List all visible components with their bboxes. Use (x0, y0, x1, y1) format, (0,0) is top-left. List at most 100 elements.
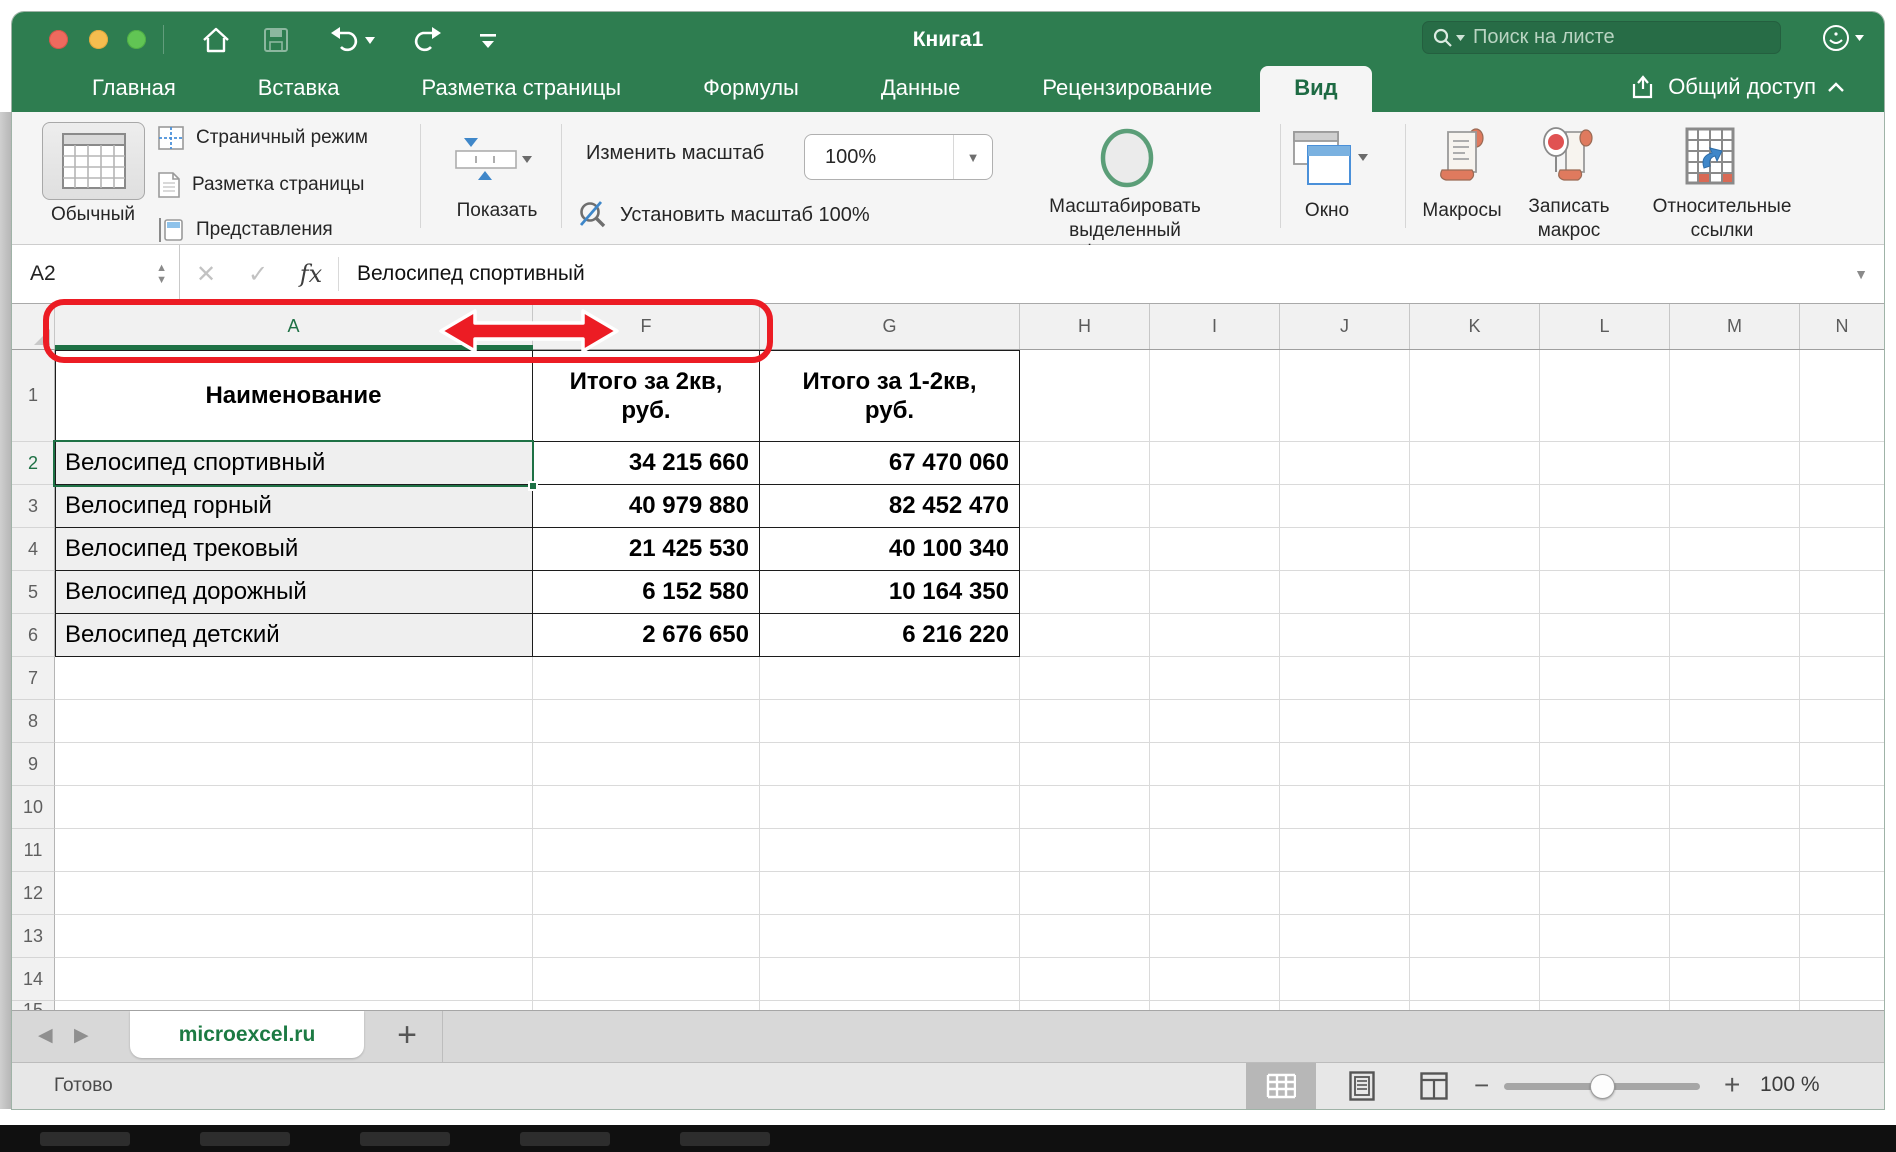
cell-F2[interactable]: 34 215 660 (533, 442, 760, 485)
cell-L6[interactable] (1540, 614, 1670, 657)
cell-M14[interactable] (1670, 958, 1800, 1001)
cell-F9[interactable] (533, 743, 760, 786)
cell-A7[interactable] (55, 657, 533, 700)
custom-views-button[interactable]: Представления (158, 218, 333, 242)
row-header-7[interactable]: 7 (12, 657, 55, 700)
cell-H15[interactable] (1020, 1001, 1150, 1010)
page-layout-button[interactable]: Разметка страницы (158, 172, 364, 198)
row-header-10[interactable]: 10 (12, 786, 55, 829)
cell-J3[interactable] (1280, 485, 1410, 528)
cell-M7[interactable] (1670, 657, 1800, 700)
cell-M15[interactable] (1670, 1001, 1800, 1010)
cell-H8[interactable] (1020, 700, 1150, 743)
cell-N4[interactable] (1800, 528, 1884, 571)
cell-J1[interactable] (1280, 350, 1410, 442)
name-box-stepper[interactable]: ▲▼ (156, 263, 179, 285)
cell-K9[interactable] (1410, 743, 1540, 786)
cell-F10[interactable] (533, 786, 760, 829)
cell-J11[interactable] (1280, 829, 1410, 872)
cell-G5[interactable]: 10 164 350 (760, 571, 1020, 614)
share-button[interactable]: Общий доступ (1630, 74, 1844, 100)
cell-N14[interactable] (1800, 958, 1884, 1001)
tab-1[interactable]: Главная (58, 66, 210, 112)
tab-4[interactable]: Формулы (669, 66, 833, 112)
zoom-in-icon[interactable]: + (1724, 1069, 1740, 1101)
normal-view-toggle-button[interactable] (1246, 1063, 1316, 1109)
cell-G3[interactable]: 82 452 470 (760, 485, 1020, 528)
cell-G6[interactable]: 6 216 220 (760, 614, 1020, 657)
column-header-N[interactable]: N (1800, 304, 1884, 349)
cell-F6[interactable]: 2 676 650 (533, 614, 760, 657)
cell-J5[interactable] (1280, 571, 1410, 614)
sheet-nav-left-icon[interactable]: ◀ (38, 1024, 53, 1047)
column-header-I[interactable]: I (1150, 304, 1280, 349)
cell-J12[interactable] (1280, 872, 1410, 915)
cell-H10[interactable] (1020, 786, 1150, 829)
cell-N8[interactable] (1800, 700, 1884, 743)
search-input[interactable]: Поиск на листе (1422, 21, 1781, 54)
cell-A13[interactable] (55, 915, 533, 958)
record-macro-button[interactable] (1540, 126, 1594, 193)
cell-N6[interactable] (1800, 614, 1884, 657)
cell-N15[interactable] (1800, 1001, 1884, 1010)
cell-H1[interactable] (1020, 350, 1150, 442)
cell-K3[interactable] (1410, 485, 1540, 528)
cell-H6[interactable] (1020, 614, 1150, 657)
row-header-9[interactable]: 9 (12, 743, 55, 786)
cell-L2[interactable] (1540, 442, 1670, 485)
cell-M3[interactable] (1670, 485, 1800, 528)
cell-I1[interactable] (1150, 350, 1280, 442)
row-header-6[interactable]: 6 (12, 614, 55, 657)
cell-L12[interactable] (1540, 872, 1670, 915)
cell-L11[interactable] (1540, 829, 1670, 872)
cell-M13[interactable] (1670, 915, 1800, 958)
cell-F11[interactable] (533, 829, 760, 872)
cell-I5[interactable] (1150, 571, 1280, 614)
cell-I7[interactable] (1150, 657, 1280, 700)
name-box[interactable]: A2 ▲▼ (12, 245, 180, 303)
cell-G15[interactable] (760, 1001, 1020, 1010)
cell-H12[interactable] (1020, 872, 1150, 915)
row-header-4[interactable]: 4 (12, 528, 55, 571)
page-break-toggle-button[interactable] (1404, 1063, 1464, 1109)
cell-I14[interactable] (1150, 958, 1280, 1001)
cell-J7[interactable] (1280, 657, 1410, 700)
cell-M6[interactable] (1670, 614, 1800, 657)
cell-K4[interactable] (1410, 528, 1540, 571)
tab-3[interactable]: Разметка страницы (388, 66, 656, 112)
formula-input[interactable]: Велосипед спортивный (339, 262, 1838, 286)
normal-view-button[interactable] (42, 122, 145, 200)
cell-M11[interactable] (1670, 829, 1800, 872)
zoom-slider-thumb[interactable] (1590, 1074, 1615, 1099)
cell-J9[interactable] (1280, 743, 1410, 786)
row-header-1[interactable]: 1 (12, 350, 55, 442)
column-header-K[interactable]: K (1410, 304, 1540, 349)
cell-G9[interactable] (760, 743, 1020, 786)
cell-I13[interactable] (1150, 915, 1280, 958)
cell-N13[interactable] (1800, 915, 1884, 958)
cell-J2[interactable] (1280, 442, 1410, 485)
cell-H13[interactable] (1020, 915, 1150, 958)
cell-I12[interactable] (1150, 872, 1280, 915)
cell-G12[interactable] (760, 872, 1020, 915)
cell-A11[interactable] (55, 829, 533, 872)
sheet-nav-right-icon[interactable]: ▶ (74, 1024, 89, 1047)
cancel-entry-icon[interactable]: ✕ (180, 260, 232, 289)
cell-K10[interactable] (1410, 786, 1540, 829)
cell-M12[interactable] (1670, 872, 1800, 915)
cell-A8[interactable] (55, 700, 533, 743)
tab-2[interactable]: Вставка (224, 66, 374, 112)
add-sheet-button[interactable]: + (389, 1013, 425, 1057)
cell-H3[interactable] (1020, 485, 1150, 528)
zoom-out-icon[interactable]: − (1474, 1070, 1489, 1101)
cell-G4[interactable]: 40 100 340 (760, 528, 1020, 571)
column-header-G[interactable]: G (760, 304, 1020, 349)
cell-J10[interactable] (1280, 786, 1410, 829)
cell-K8[interactable] (1410, 700, 1540, 743)
cell-I8[interactable] (1150, 700, 1280, 743)
cell-F4[interactable]: 21 425 530 (533, 528, 760, 571)
cell-J15[interactable] (1280, 1001, 1410, 1010)
cell-I9[interactable] (1150, 743, 1280, 786)
tab-7[interactable]: Вид (1260, 66, 1371, 112)
cell-A1[interactable]: Наименование (55, 350, 533, 442)
